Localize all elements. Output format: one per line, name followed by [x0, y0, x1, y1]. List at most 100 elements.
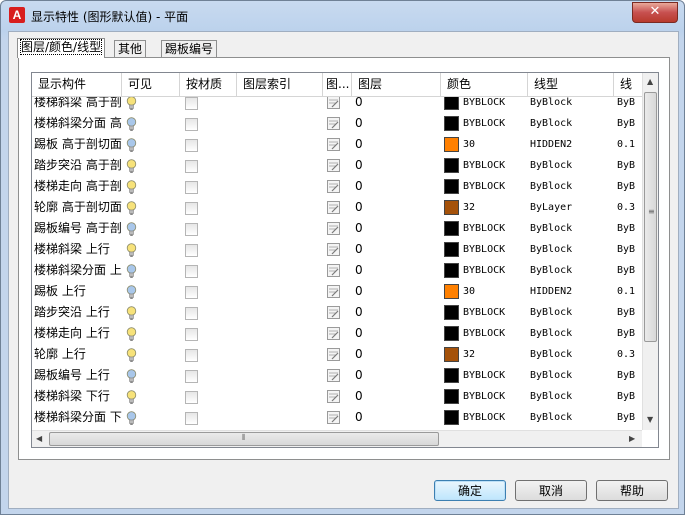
visible-cell[interactable] — [122, 177, 180, 198]
header-drawing[interactable]: 图... — [323, 73, 352, 96]
layer-index-cell[interactable] — [237, 114, 323, 135]
layer-cell[interactable]: 0 — [352, 240, 441, 261]
table-row[interactable]: 楼梯斜梁 下行 0 BYBLOCK ByBlock ByB — [32, 387, 642, 408]
header-color[interactable]: 颜色 — [441, 73, 528, 96]
by-material-checkbox[interactable] — [185, 370, 198, 383]
by-material-checkbox[interactable] — [185, 307, 198, 320]
layer-cell[interactable]: 0 — [352, 408, 441, 428]
linetype-cell[interactable]: ByBlock — [528, 345, 614, 366]
color-cell[interactable]: BYBLOCK — [441, 156, 528, 177]
lightbulb-icon[interactable] — [126, 117, 137, 132]
layer-index-cell[interactable] — [237, 177, 323, 198]
by-material-checkbox[interactable] — [185, 181, 198, 194]
by-material-checkbox[interactable] — [185, 118, 198, 131]
edit-dialog-icon[interactable] — [327, 180, 340, 193]
drawing-cell[interactable] — [323, 366, 352, 387]
color-cell[interactable]: 30 — [441, 282, 528, 303]
lightbulb-icon[interactable] — [126, 264, 137, 279]
table-row[interactable]: 楼梯斜梁分面 下 0 BYBLOCK ByBlock ByB — [32, 408, 642, 428]
layer-cell[interactable]: 0 — [352, 261, 441, 282]
visible-cell[interactable] — [122, 303, 180, 324]
layer-cell[interactable]: 0 — [352, 345, 441, 366]
by-material-checkbox[interactable] — [185, 244, 198, 257]
linetype-cell[interactable]: ByBlock — [528, 387, 614, 408]
lineweight-cell[interactable]: ByB — [614, 303, 642, 324]
lineweight-cell[interactable]: ByB — [614, 97, 642, 114]
layer-index-cell[interactable] — [237, 303, 323, 324]
header-component[interactable]: 显示构件 — [32, 73, 122, 96]
scroll-left-arrow-icon[interactable]: ◀ — [36, 435, 42, 443]
lightbulb-icon[interactable] — [126, 201, 137, 216]
drawing-cell[interactable] — [323, 282, 352, 303]
lineweight-cell[interactable]: 0.1 — [614, 282, 642, 303]
linetype-cell[interactable]: ByBlock — [528, 219, 614, 240]
edit-dialog-icon[interactable] — [327, 390, 340, 403]
color-cell[interactable]: BYBLOCK — [441, 366, 528, 387]
tab-other[interactable]: 其他 — [114, 40, 147, 57]
table-row[interactable]: 楼梯走向 上行 0 BYBLOCK ByBlock ByB — [32, 324, 642, 345]
table-row[interactable]: 楼梯斜梁分面 上 0 BYBLOCK ByBlock ByB — [32, 261, 642, 282]
layer-cell[interactable]: 0 — [352, 177, 441, 198]
visible-cell[interactable] — [122, 219, 180, 240]
lineweight-cell[interactable]: ByB — [614, 408, 642, 428]
visible-cell[interactable] — [122, 261, 180, 282]
linetype-cell[interactable]: ByBlock — [528, 114, 614, 135]
by-material-cell[interactable] — [180, 219, 237, 240]
lineweight-cell[interactable]: 0.3 — [614, 198, 642, 219]
color-cell[interactable]: BYBLOCK — [441, 387, 528, 408]
layer-cell[interactable]: 0 — [352, 303, 441, 324]
edit-dialog-icon[interactable] — [327, 327, 340, 340]
edit-dialog-icon[interactable] — [327, 243, 340, 256]
header-layer[interactable]: 图层 — [352, 73, 441, 96]
lightbulb-icon[interactable] — [126, 411, 137, 426]
lineweight-cell[interactable]: ByB — [614, 387, 642, 408]
header-linetype[interactable]: 线型 — [528, 73, 614, 96]
table-row[interactable]: 楼梯斜梁 上行 0 BYBLOCK ByBlock ByB — [32, 240, 642, 261]
by-material-checkbox[interactable] — [185, 202, 198, 215]
edit-dialog-icon[interactable] — [327, 117, 340, 130]
visible-cell[interactable] — [122, 198, 180, 219]
color-cell[interactable]: BYBLOCK — [441, 240, 528, 261]
by-material-cell[interactable] — [180, 345, 237, 366]
table-row[interactable]: 楼梯走向 高于剖 0 BYBLOCK ByBlock ByB — [32, 177, 642, 198]
by-material-cell[interactable] — [180, 324, 237, 345]
table-row[interactable]: 踏步突沿 上行 0 BYBLOCK ByBlock ByB — [32, 303, 642, 324]
layer-index-cell[interactable] — [237, 240, 323, 261]
color-cell[interactable]: BYBLOCK — [441, 303, 528, 324]
color-cell[interactable]: BYBLOCK — [441, 219, 528, 240]
lightbulb-icon[interactable] — [126, 180, 137, 195]
by-material-checkbox[interactable] — [185, 160, 198, 173]
by-material-cell[interactable] — [180, 198, 237, 219]
color-cell[interactable]: BYBLOCK — [441, 324, 528, 345]
color-cell[interactable]: BYBLOCK — [441, 97, 528, 114]
visible-cell[interactable] — [122, 345, 180, 366]
by-material-checkbox[interactable] — [185, 139, 198, 152]
drawing-cell[interactable] — [323, 135, 352, 156]
cancel-button[interactable]: 取消 — [515, 480, 587, 501]
drawing-cell[interactable] — [323, 97, 352, 114]
by-material-checkbox[interactable] — [185, 328, 198, 341]
linetype-cell[interactable]: ByBlock — [528, 97, 614, 114]
layer-index-cell[interactable] — [237, 408, 323, 428]
drawing-cell[interactable] — [323, 240, 352, 261]
color-cell[interactable]: 30 — [441, 135, 528, 156]
color-cell[interactable]: BYBLOCK — [441, 177, 528, 198]
drawing-cell[interactable] — [323, 114, 352, 135]
drawing-cell[interactable] — [323, 156, 352, 177]
visible-cell[interactable] — [122, 408, 180, 428]
linetype-cell[interactable]: ByLayer — [528, 198, 614, 219]
layer-cell[interactable]: 0 — [352, 219, 441, 240]
lightbulb-icon[interactable] — [126, 348, 137, 363]
layer-cell[interactable]: 0 — [352, 198, 441, 219]
lineweight-cell[interactable]: ByB — [614, 114, 642, 135]
layer-index-cell[interactable] — [237, 135, 323, 156]
linetype-cell[interactable]: HIDDEN2 — [528, 135, 614, 156]
by-material-cell[interactable] — [180, 177, 237, 198]
linetype-cell[interactable]: ByBlock — [528, 240, 614, 261]
linetype-cell[interactable]: HIDDEN2 — [528, 282, 614, 303]
edit-dialog-icon[interactable] — [327, 264, 340, 277]
edit-dialog-icon[interactable] — [327, 369, 340, 382]
table-row[interactable]: 楼梯斜梁分面 高 0 BYBLOCK ByBlock ByB — [32, 114, 642, 135]
by-material-cell[interactable] — [180, 240, 237, 261]
layer-index-cell[interactable] — [237, 156, 323, 177]
